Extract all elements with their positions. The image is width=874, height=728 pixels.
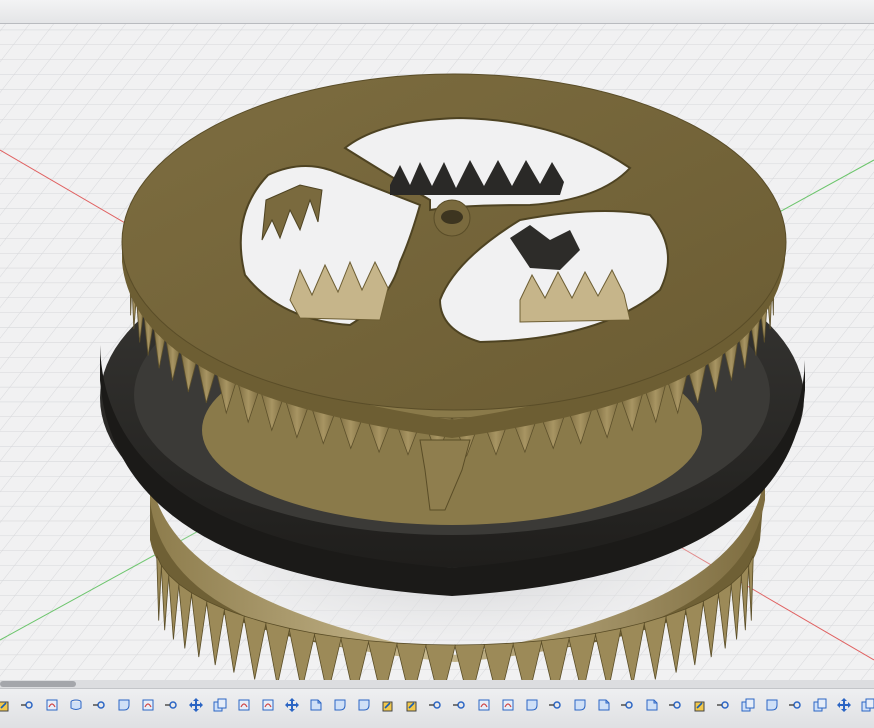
- timeline-items: [0, 696, 874, 716]
- timeline-extrude-icon[interactable]: [690, 696, 710, 714]
- timeline-copy-icon[interactable]: [210, 696, 230, 714]
- timeline-chamfer-icon[interactable]: [594, 696, 614, 714]
- timeline-fillet-icon[interactable]: [570, 696, 590, 714]
- timeline-copy-icon[interactable]: [810, 696, 830, 714]
- timeline-sketch-icon[interactable]: [498, 696, 518, 714]
- timeline-move-icon[interactable]: [282, 696, 302, 714]
- timeline-move-icon[interactable]: [186, 696, 206, 714]
- timeline-fillet-icon[interactable]: [114, 696, 134, 714]
- timeline-joint-icon[interactable]: [18, 696, 38, 714]
- scrollbar-thumb[interactable]: [0, 681, 76, 687]
- timeline-fillet-icon[interactable]: [762, 696, 782, 714]
- timeline-chamfer-icon[interactable]: [642, 696, 662, 714]
- timeline-copy-icon[interactable]: [858, 696, 874, 714]
- timeline-sketch-icon[interactable]: [138, 696, 158, 714]
- timeline-copy-icon[interactable]: [738, 696, 758, 714]
- timeline-joint-icon[interactable]: [162, 696, 182, 714]
- timeline-joint-icon[interactable]: [546, 696, 566, 714]
- timeline-revolve-icon[interactable]: [66, 696, 86, 714]
- timeline-joint-icon[interactable]: [786, 696, 806, 714]
- timeline-extrude-icon[interactable]: [402, 696, 422, 714]
- timeline-joint-icon[interactable]: [90, 696, 110, 714]
- timeline-joint-icon[interactable]: [714, 696, 734, 714]
- timeline-joint-icon[interactable]: [426, 696, 446, 714]
- viewport-canvas[interactable]: [0, 24, 874, 680]
- timeline-joint-icon[interactable]: [618, 696, 638, 714]
- timeline-sketch-icon[interactable]: [258, 696, 278, 714]
- timeline-bar: [0, 688, 874, 728]
- top-bar: [0, 0, 874, 24]
- timeline-chamfer-icon[interactable]: [306, 696, 326, 714]
- 3d-viewport[interactable]: [0, 24, 874, 680]
- horizontal-scrollbar[interactable]: [0, 680, 874, 688]
- timeline-sketch-icon[interactable]: [474, 696, 494, 714]
- timeline-fillet-icon[interactable]: [354, 696, 374, 714]
- timeline-joint-icon[interactable]: [450, 696, 470, 714]
- timeline-move-icon[interactable]: [834, 696, 854, 714]
- timeline-extrude-icon[interactable]: [378, 696, 398, 714]
- timeline-fillet-icon[interactable]: [330, 696, 350, 714]
- timeline-sketch-icon[interactable]: [234, 696, 254, 714]
- top-disc[interactable]: [121, 73, 787, 411]
- timeline-extrude-icon[interactable]: [0, 696, 14, 714]
- timeline-fillet-icon[interactable]: [522, 696, 542, 714]
- timeline-sketch-icon[interactable]: [42, 696, 62, 714]
- center-hole: [441, 210, 463, 224]
- timeline-joint-icon[interactable]: [666, 696, 686, 714]
